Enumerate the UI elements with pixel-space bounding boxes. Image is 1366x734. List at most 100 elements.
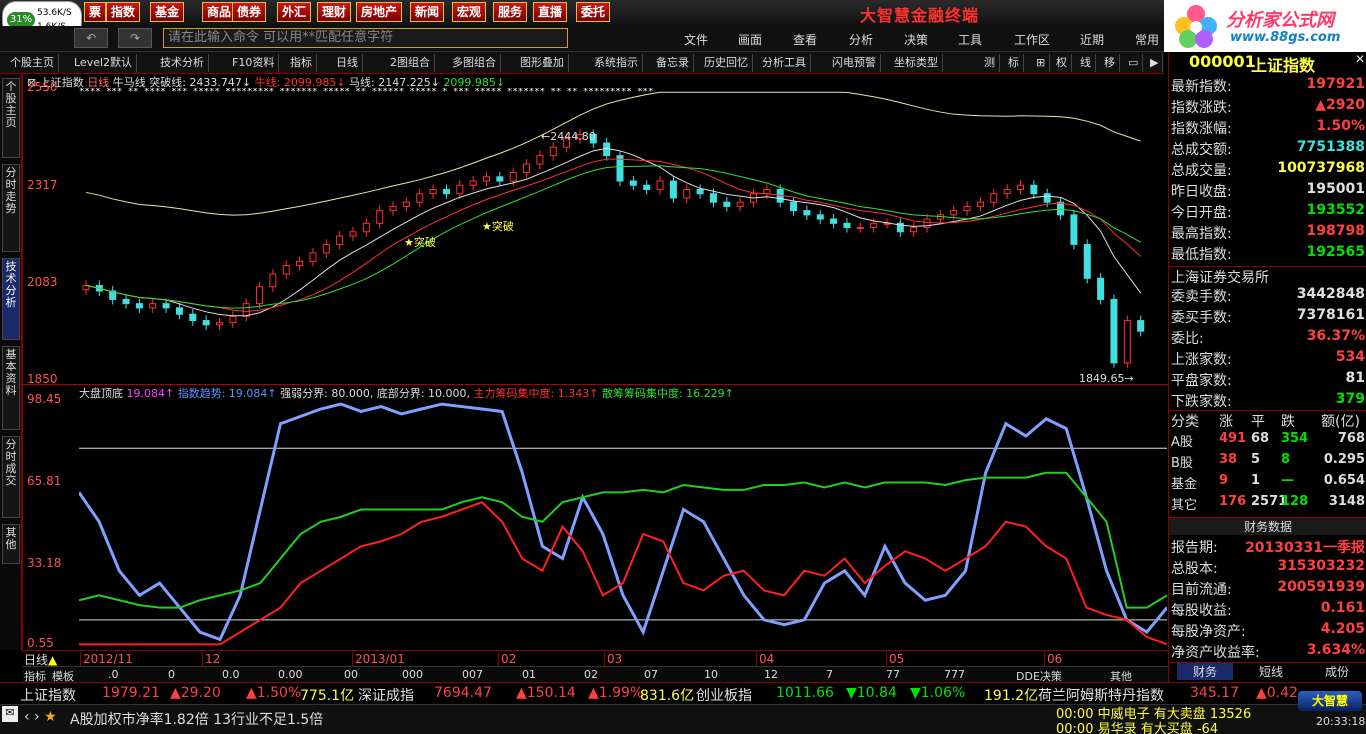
toolbar-button[interactable]: ⊞	[1032, 54, 1051, 72]
panel-tab[interactable]: 财务	[1177, 663, 1233, 680]
menu-button[interactable]: 指数	[106, 2, 141, 22]
news-headline[interactable]: A股加权市净率1.82倍 13行业不足1.5倍	[70, 709, 323, 729]
top-menu-item[interactable]: 决策	[904, 31, 928, 48]
toolbar-button[interactable]: 测	[980, 54, 1000, 72]
indicator-tab[interactable]: 0.00	[278, 668, 303, 681]
ticker-item[interactable]: 831.6亿	[640, 685, 694, 705]
ticker-item[interactable]: 1011.66	[776, 685, 834, 701]
toolbar-button[interactable]: 线	[1076, 54, 1096, 72]
toolbar-button[interactable]: 闪电预警	[828, 54, 881, 72]
mail-icon[interactable]: ✉	[2, 706, 18, 722]
menu-button[interactable]: 宏观	[452, 2, 487, 22]
ticker-item[interactable]: 775.1亿	[300, 685, 354, 705]
toolbar-button[interactable]: 权	[1052, 54, 1072, 72]
indicator-tab[interactable]: 0.0	[222, 668, 240, 681]
indicator-tab[interactable]: 007	[462, 668, 483, 681]
menu-button[interactable]: 房地产	[356, 2, 403, 22]
quote-value: 193552	[1306, 202, 1365, 218]
top-menu-item[interactable]: 画面	[738, 31, 762, 48]
ticker-item[interactable]: 345.17	[1190, 685, 1239, 701]
toolbar-button[interactable]: F10资料	[228, 54, 280, 72]
ticker-item[interactable]: 荷兰阿姆斯特丹指数	[1038, 685, 1164, 705]
menu-button[interactable]: 直播	[533, 2, 568, 22]
left-tab[interactable]: 分时成交	[2, 436, 20, 518]
indicator-tab[interactable]: 10	[704, 668, 718, 681]
toolbar-button[interactable]: 备忘录	[652, 54, 694, 72]
top-menu-item[interactable]: 分析	[849, 31, 873, 48]
ticker-item[interactable]: ▼10.84	[846, 685, 897, 701]
ticker-item[interactable]: 1979.21	[102, 685, 160, 701]
toolbar-button[interactable]: 分析工具	[758, 54, 811, 72]
toolbar-button[interactable]: Level2默认	[70, 54, 138, 72]
ticker-item[interactable]: 上证指数	[20, 685, 76, 705]
left-tab[interactable]: 技术分析	[2, 258, 20, 340]
toolbar-button[interactable]: 图形叠加	[516, 54, 569, 72]
menu-button[interactable]: 商品	[202, 2, 237, 22]
indicator-tab[interactable]: 7	[826, 668, 833, 681]
toolbar-button[interactable]: 系统指示	[590, 54, 643, 72]
top-menu-item[interactable]: 近期	[1080, 31, 1104, 48]
toolbar-button[interactable]: 技术分析	[156, 54, 209, 72]
toolbar-button[interactable]: 日线	[332, 54, 363, 72]
menu-button-partial[interactable]: 票	[84, 2, 107, 22]
back-button[interactable]: ↶	[74, 28, 108, 48]
news-nav-icon[interactable]: ‹ › ★	[24, 709, 57, 725]
toolbar-button[interactable]: 坐标类型	[890, 54, 943, 72]
indicator-tab[interactable]: 0	[168, 668, 175, 681]
quote-label: 下跌家数:	[1171, 394, 1232, 410]
panel-tab[interactable]: 成份	[1309, 663, 1365, 680]
ticker-item[interactable]: ▲1.50%	[246, 685, 301, 701]
top-menu-item[interactable]: 查看	[793, 31, 817, 48]
window-restore-icon[interactable]: ▭	[1124, 54, 1144, 72]
candle-body	[950, 210, 958, 216]
forward-button[interactable]: ↷	[118, 28, 152, 48]
menu-button[interactable]: 理财	[317, 2, 352, 22]
indicator-tab[interactable]: 07	[644, 668, 658, 681]
ticker-item[interactable]: 191.2亿	[984, 685, 1038, 705]
panel-tab[interactable]: 短线	[1243, 663, 1299, 680]
ticker-item[interactable]: ▲29.20	[170, 685, 221, 701]
indicator-tab[interactable]: .0	[108, 668, 119, 681]
top-menu-item[interactable]: 工具	[958, 31, 982, 48]
indicator-tab[interactable]: 77	[886, 668, 900, 681]
indicator-tab[interactable]: 000	[402, 668, 423, 681]
toolbar-button[interactable]: 2图组合	[386, 54, 435, 72]
alert-line-b[interactable]: 00:00 易华录 有大买盘 -64	[1056, 718, 1218, 734]
indicator-tab[interactable]: 01	[522, 668, 536, 681]
menu-button[interactable]: 服务	[493, 2, 528, 22]
toolbar-button[interactable]: 移	[1100, 54, 1120, 72]
menu-button[interactable]: 外汇	[277, 2, 312, 22]
left-tab[interactable]: 基本资料	[2, 346, 20, 430]
left-tab[interactable]: 分时走势	[2, 164, 20, 252]
toolbar-button[interactable]: 多图组合	[448, 54, 501, 72]
menu-button[interactable]: 基金	[150, 2, 185, 22]
top-menu-item[interactable]: 文件	[684, 31, 708, 48]
toolbar-button[interactable]: 标	[1004, 54, 1024, 72]
close-icon[interactable]: ✕	[1355, 52, 1365, 66]
toolbar-button[interactable]: 指标	[286, 54, 317, 72]
ticker-item[interactable]: ▲150.14	[516, 685, 576, 701]
menu-button[interactable]: 委托	[576, 2, 611, 22]
command-input[interactable]: 请在此输入命令 可以用**匹配任意字符	[163, 28, 568, 48]
quote-row: 上涨家数: 534	[1169, 349, 1366, 370]
ticker-item[interactable]: 深证成指	[358, 685, 414, 705]
ticker-item[interactable]: ▲0.42	[1256, 685, 1298, 701]
menu-button[interactable]: 债券	[232, 2, 267, 22]
ticker-item[interactable]: 7694.47	[434, 685, 492, 701]
indicator-tab[interactable]: 00	[344, 668, 358, 681]
ticker-item[interactable]: 创业板指	[696, 685, 752, 705]
left-tab[interactable]: 个股主页	[2, 78, 20, 158]
ticker-item[interactable]: ▲1.99%	[588, 685, 643, 701]
top-menu-item[interactable]: 常用	[1135, 31, 1159, 48]
ticker-item[interactable]: ▼1.06%	[910, 685, 965, 701]
left-tab[interactable]: 其他	[2, 524, 20, 564]
indicator-tab[interactable]: 12	[764, 668, 778, 681]
menu-button[interactable]: 新闻	[410, 2, 445, 22]
play-icon[interactable]: ▶	[1146, 54, 1164, 72]
top-menu-item[interactable]: 工作区	[1014, 31, 1050, 48]
indicator-tab[interactable]: 02	[584, 668, 598, 681]
toolbar-button[interactable]: 个股主页	[6, 54, 59, 72]
indicator-tab[interactable]: 777	[944, 668, 965, 681]
quote-value: 1.50%	[1316, 118, 1365, 134]
toolbar-button[interactable]: 历史回忆	[700, 54, 753, 72]
